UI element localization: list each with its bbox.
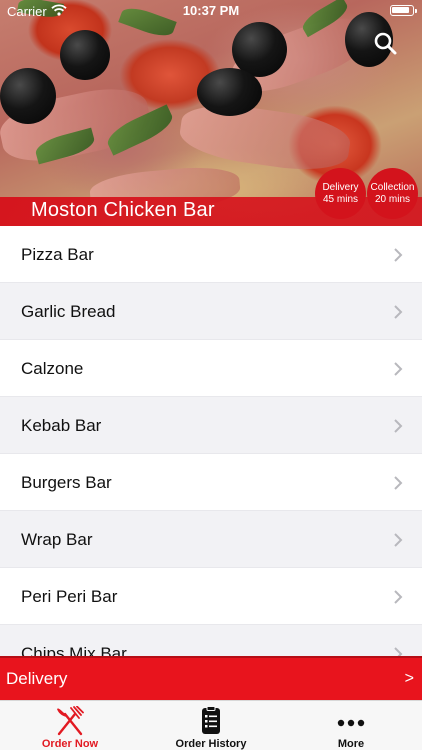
delivery-badge-time: 45 mins — [322, 193, 358, 205]
chevron-right-icon — [394, 647, 403, 656]
delivery-badge-label: Delivery — [322, 181, 359, 193]
category-row-kebab-bar[interactable]: Kebab Bar — [0, 397, 422, 454]
tab-order-now[interactable]: Order Now — [0, 701, 140, 750]
chevron-right-icon — [394, 476, 403, 490]
order-mode-label: Delivery — [6, 669, 68, 688]
category-label: Chips Mix Bar — [21, 644, 127, 656]
restaurant-hero-image: Carrier 10:37 PM Moston Chicken Bar Deli… — [0, 0, 422, 226]
status-time: 10:37 PM — [182, 3, 240, 18]
search-icon[interactable] — [372, 30, 398, 56]
category-row-peri-peri-bar[interactable]: Peri Peri Bar — [0, 568, 422, 625]
delivery-time-badge[interactable]: Delivery 45 mins — [315, 168, 366, 219]
category-row-wrap-bar[interactable]: Wrap Bar — [0, 511, 422, 568]
category-label: Garlic Bread — [21, 302, 116, 321]
restaurant-name: Moston Chicken Bar — [31, 199, 215, 221]
more-dots-icon — [337, 719, 365, 727]
category-label: Kebab Bar — [21, 416, 102, 435]
tab-label: Order Now — [41, 738, 99, 750]
chevron-right-icon — [394, 248, 403, 262]
order-mode-bar[interactable]: Delivery > — [0, 656, 422, 700]
collection-badge-label: Collection — [370, 181, 415, 193]
tab-label: Order History — [175, 738, 247, 750]
category-label: Burgers Bar — [21, 473, 112, 492]
chevron-right-icon — [394, 590, 403, 604]
category-list: Pizza Bar Garlic Bread Calzone Kebab Bar… — [0, 226, 422, 656]
tab-label: More — [337, 738, 365, 750]
tab-more[interactable]: More — [281, 701, 421, 750]
chevron-right-icon — [394, 419, 403, 433]
chevron-right-icon — [394, 362, 403, 376]
category-row-calzone[interactable]: Calzone — [0, 340, 422, 397]
category-label: Pizza Bar — [21, 245, 94, 264]
category-label: Wrap Bar — [21, 530, 93, 549]
chevron-right-icon — [394, 533, 403, 547]
category-row-burgers-bar[interactable]: Burgers Bar — [0, 454, 422, 511]
category-row-pizza-bar[interactable]: Pizza Bar — [0, 226, 422, 283]
category-row-garlic-bread[interactable]: Garlic Bread — [0, 283, 422, 340]
chevron-right-icon — [394, 305, 403, 319]
category-row-chips-mix-bar[interactable]: Chips Mix Bar — [0, 625, 422, 656]
receipt-icon — [202, 706, 220, 734]
collection-badge-time: 20 mins — [374, 193, 410, 205]
status-bar: Carrier 10:37 PM — [0, 0, 422, 22]
order-mode-arrow: > — [404, 670, 414, 687]
category-label: Calzone — [21, 359, 84, 378]
tab-order-history[interactable]: Order History — [141, 701, 281, 750]
fork-knife-icon — [57, 706, 84, 736]
category-label: Peri Peri Bar — [21, 587, 118, 606]
battery-icon — [390, 5, 417, 16]
bottom-tab-bar: Order Now Order History More — [0, 700, 422, 750]
collection-time-badge[interactable]: Collection 20 mins — [367, 168, 418, 219]
